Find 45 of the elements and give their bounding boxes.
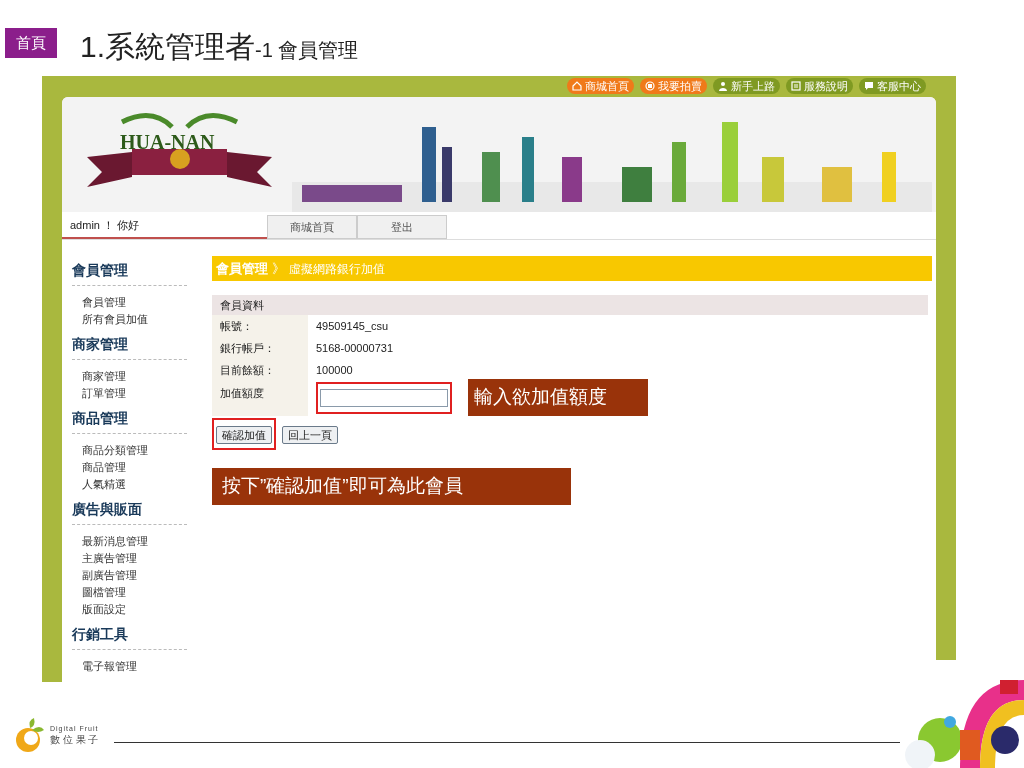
nav-tab[interactable]: 登出 [357,215,447,239]
sidebar-item[interactable]: 訂單管理 [82,385,212,402]
sidebar-item[interactable]: 商品管理 [82,459,212,476]
sidebar-heading: 商品管理 [72,410,128,426]
sidebar-heading: 會員管理 [72,262,128,278]
field-value: 100000 [316,363,354,378]
sidebar-heading: 商家管理 [72,336,128,352]
sidebar-item[interactable]: 商品分類管理 [82,442,212,459]
sidebar-item[interactable]: 版面設定 [82,601,212,618]
person-icon [718,81,728,91]
field-label: 加值額度 [220,386,265,401]
sidebar-item[interactable]: 所有會員加值 [82,311,212,328]
sidebar-item[interactable]: 商家管理 [82,368,212,385]
form-button[interactable]: 確認加值 [216,426,272,444]
sidebar-item[interactable]: 人氣精選 [82,476,212,493]
sidebar-item[interactable]: 電子報管理 [82,658,212,675]
sidebar-item[interactable]: 圖檔管理 [82,584,212,601]
nav-tab[interactable]: 商城首頁 [267,215,357,239]
field-value: 5168-00000731 [316,341,395,356]
callout: 輸入欲加值額度 [468,379,648,416]
slide-title: 1.系統管理者 [80,29,256,65]
field-label: 目前餘額： [220,363,276,378]
breadcrumb-page: 虛擬網路銀行加值 [289,260,385,278]
field-value: 49509145_csu [316,319,390,334]
slide-subtitle: -1 會員管理 [255,38,359,63]
form-title: 會員資料 [220,297,264,313]
chat-icon [864,81,874,91]
callout: 按下”確認加值”即可為此會員 [212,468,571,505]
amount-input[interactable] [320,388,448,407]
home-button[interactable]: 首頁 [5,28,57,58]
brand-subtitle: 數 位 果 子 [50,734,99,746]
sidebar-item[interactable]: 副廣告管理 [82,567,212,584]
logo-text: HUA-NAN [120,130,215,155]
sidebar-item[interactable]: 最新消息管理 [82,533,212,550]
fruit-logo-icon [14,716,46,754]
sidebar-heading: 行銷工具 [72,626,128,642]
sidebar-item[interactable]: 會員管理 [82,294,212,311]
field-label: 銀行帳戶： [220,341,276,356]
field-label: 帳號： [220,319,254,334]
house-icon [572,81,582,91]
form-button[interactable]: 回上一頁 [282,426,338,444]
document-icon [791,81,801,91]
sidebar-heading: 廣告與販面 [72,501,142,517]
sidebar-item[interactable]: 主廣告管理 [82,550,212,567]
breadcrumb-separator: 》 [272,259,285,278]
